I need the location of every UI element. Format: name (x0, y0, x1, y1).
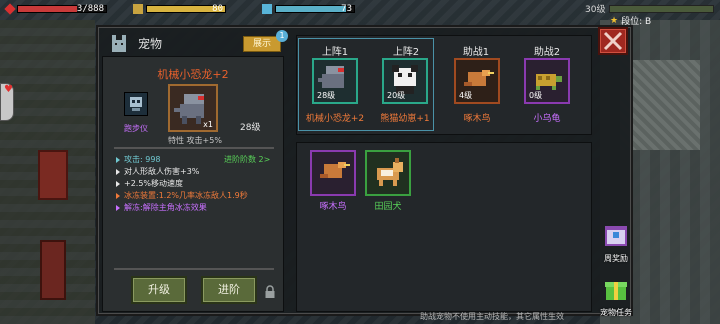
energy-icon (262, 4, 272, 14)
energy-bar-fill (276, 6, 347, 12)
slot-name: 啄木鸟 (463, 114, 491, 124)
slot-name: 熊猫幼崽+1 (380, 114, 430, 124)
slot-mecha-dino[interactable]: 28级 (312, 58, 358, 104)
hp-stat: 3/888 (4, 3, 107, 15)
advance-button[interactable]: 进阶 (201, 276, 257, 304)
heart-icon: ♥ (4, 84, 13, 95)
attribute-text: +2.5%移动速度 (124, 179, 184, 188)
armor-icon (133, 4, 143, 14)
upgrade-button[interactable]: 升级 (131, 276, 187, 304)
energy-stat: 73 (262, 3, 355, 15)
pet-count: x1 (203, 120, 213, 129)
support-pet-note: 助战宠物不使用主动技能，其它属性生效 (420, 312, 564, 321)
inventory-pet-name: 啄木鸟 (319, 202, 347, 212)
attribute-item: 冰冻装置:1.2%几率冰冻敌人1.9秒 (116, 190, 281, 202)
inventory-woodpecker[interactable] (310, 150, 356, 196)
calendar-gift-icon (605, 226, 627, 246)
bullet-icon (116, 193, 120, 199)
woodpecker-icon (320, 162, 350, 178)
pet-trait: 特性 攻击+5% (168, 136, 222, 145)
bullet-icon (116, 205, 120, 211)
pet-task-button[interactable]: 宠物任务 (596, 276, 636, 318)
weekly-reward-button[interactable]: 周奖励 (596, 222, 636, 264)
hp-bar-fill (18, 6, 77, 12)
slot-level: 20级 (387, 91, 406, 100)
divider (114, 147, 274, 149)
pet-task-label: 宠物任务 (600, 308, 632, 317)
attribute-item: 对人形敌人伤害+3% (116, 166, 281, 178)
divider (114, 268, 274, 270)
hp-value: 3/888 (76, 4, 104, 14)
armor-bar: 80 (146, 4, 226, 14)
armor-stat: 80 (133, 3, 226, 15)
slot-panda-cub[interactable]: 20级 (382, 58, 428, 104)
bullet-icon (116, 169, 120, 175)
attribute-item: +2.5%移动速度 (116, 178, 281, 190)
dog-icon (377, 158, 403, 186)
gift-box-icon (605, 282, 627, 300)
background-red-box (40, 240, 66, 300)
inventory-pet-name: 田园犬 (374, 202, 402, 212)
weekly-reward-label: 周奖励 (604, 254, 628, 263)
slot-title: 助战2 (533, 47, 561, 58)
hp-icon (4, 3, 16, 15)
attribute-text: 冰冻装置:1.2%几率冰冻敌人1.9秒 (124, 191, 248, 200)
display-button[interactable]: 展示 (243, 36, 281, 52)
energy-value: 73 (341, 4, 352, 14)
slot-title: 上阵1 (321, 47, 349, 58)
slot-level: 4级 (459, 91, 473, 100)
attribute-item: 解冻:解除主角冰冻效果 (116, 202, 281, 214)
slot-name: 机械小恐龙+2 (305, 114, 365, 124)
star-icon: ★ (610, 15, 619, 26)
pet-tab-title: 宠物 (138, 36, 163, 51)
skill-icon[interactable] (124, 92, 148, 116)
pet-cat-icon (112, 35, 126, 52)
slot-name: 小乌龟 (533, 114, 561, 124)
close-button[interactable] (598, 27, 628, 55)
skill-label: 跑步仪 (124, 124, 148, 133)
attribute-text: 攻击: 998 (124, 155, 161, 164)
experience-bar (609, 4, 715, 13)
close-icon (603, 31, 623, 51)
attribute-text: 对人形敌人伤害+3% (124, 167, 200, 176)
robot-skull-icon (130, 97, 142, 111)
selected-pet-level: 28级 (240, 123, 261, 133)
advance-tier-link[interactable]: 进阶阶数 2> (224, 154, 270, 165)
slot-title: 上阵2 (392, 47, 420, 58)
slot-level: 0级 (529, 91, 543, 100)
status-bar: 3/888 80 73 30级 ★ 段位: B (0, 0, 720, 27)
background-red-box (38, 150, 68, 200)
slot-woodpecker[interactable]: 4级 (454, 58, 500, 104)
bullet-icon (116, 157, 120, 163)
inventory-rural-dog[interactable] (365, 150, 411, 196)
selected-pet-card[interactable]: x1 (168, 84, 218, 132)
lock-icon[interactable] (264, 285, 276, 299)
armor-value: 80 (212, 4, 223, 14)
attribute-text: 解冻:解除主角冰冻效果 (124, 203, 207, 212)
player-level-label: 30级 (585, 5, 606, 15)
hp-bar: 3/888 (17, 4, 107, 14)
slot-level: 28级 (317, 91, 336, 100)
selected-pet-name: 机械小恐龙+2 (157, 68, 229, 81)
notification-badge: 1 (276, 30, 288, 42)
slot-little-turtle[interactable]: 0级 (524, 58, 570, 104)
energy-bar: 73 (275, 4, 355, 14)
bullet-icon (116, 181, 120, 187)
slot-title: 助战1 (462, 47, 490, 58)
